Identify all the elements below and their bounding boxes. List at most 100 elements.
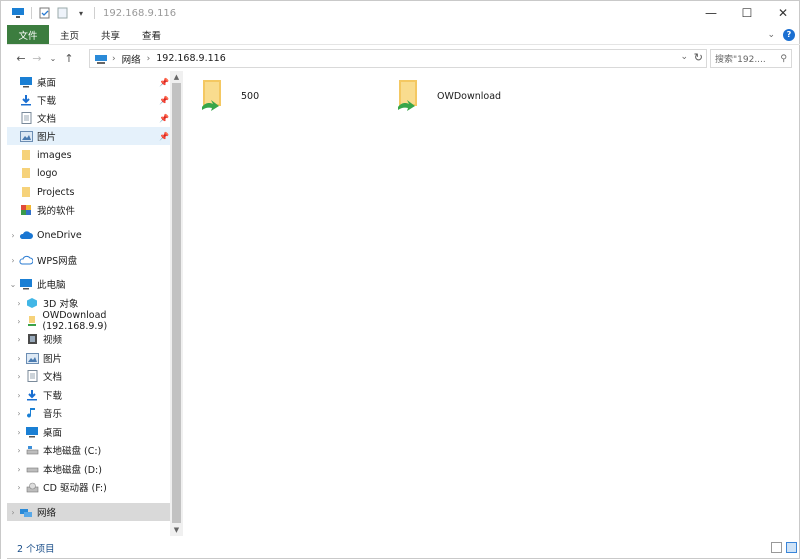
breadcrumb-host[interactable]: 192.168.9.116	[156, 53, 226, 64]
scroll-up-icon[interactable]: ▲	[170, 71, 183, 83]
expand-chevron-icon[interactable]: ›	[7, 231, 19, 240]
nav-item-label: 桌面	[37, 78, 57, 89]
new-folder-icon[interactable]	[56, 7, 70, 19]
expand-chevron-icon[interactable]: ›	[13, 483, 25, 492]
folder-icon	[19, 186, 33, 199]
video-icon	[25, 333, 39, 346]
nav-item-logo[interactable]: logo	[7, 164, 171, 182]
nav-item-owdownload-drive[interactable]: › OWDownload (192.168.9.9)	[7, 310, 171, 332]
nav-item-label: OneDrive	[37, 229, 82, 241]
nav-item-images[interactable]: images	[7, 146, 171, 164]
pin-icon[interactable]: 📌	[159, 114, 169, 123]
recent-locations-dropdown-icon[interactable]: ⌄	[45, 49, 61, 69]
nav-item-label: 文档	[37, 114, 57, 125]
expand-chevron-icon[interactable]: ›	[13, 317, 25, 326]
nav-item-local-disk-c[interactable]: › 本地磁盘 (C:)	[7, 441, 171, 459]
tab-file[interactable]: 文件	[7, 25, 49, 44]
music-icon	[25, 407, 39, 420]
network-drive-icon	[25, 315, 39, 328]
expand-ribbon-chevron-icon[interactable]: ⌄	[767, 30, 775, 40]
cube-icon	[25, 297, 39, 310]
pin-icon[interactable]: 📌	[159, 96, 169, 105]
nav-item-label: 桌面	[43, 428, 63, 439]
expand-chevron-icon[interactable]: ›	[7, 508, 19, 517]
tab-home[interactable]: 主页	[49, 25, 90, 44]
scrollbar-thumb[interactable]	[172, 83, 181, 523]
picture-icon	[25, 352, 39, 365]
nav-item-wps-drive[interactable]: › WPS网盘	[7, 251, 171, 269]
up-button[interactable]: ↑	[61, 49, 77, 69]
nav-item-label: 网络	[37, 508, 57, 519]
nav-item-documents-pc[interactable]: › 文档	[7, 367, 171, 385]
tab-share[interactable]: 共享	[90, 25, 131, 44]
expand-chevron-icon[interactable]: ›	[13, 446, 25, 455]
nav-item-network[interactable]: › 网络	[7, 503, 171, 521]
nav-item-cd-drive[interactable]: › CD 驱动器 (F:)	[7, 478, 171, 496]
breadcrumb-separator-icon[interactable]: ›	[147, 54, 151, 64]
cloud-icon	[19, 229, 33, 242]
address-history-dropdown-icon[interactable]: ⌄	[680, 52, 688, 62]
address-bar[interactable]: › 网络 › 192.168.9.116 ⌄ ↻	[89, 49, 707, 68]
nav-item-this-pc[interactable]: ⌄ 此电脑	[7, 275, 171, 293]
nav-item-local-disk-d[interactable]: › 本地磁盘 (D:)	[7, 460, 171, 478]
expand-chevron-icon[interactable]: ›	[13, 428, 25, 437]
expand-chevron-icon[interactable]: ›	[7, 256, 19, 265]
nav-item-projects[interactable]: Projects	[7, 183, 171, 201]
pin-icon[interactable]: 📌	[159, 132, 169, 141]
shared-folder-icon	[199, 77, 227, 116]
toolbar-divider	[94, 7, 95, 19]
scroll-down-icon[interactable]: ▼	[170, 524, 183, 536]
desktop-icon	[19, 76, 33, 89]
status-bar: 2 个项目	[7, 538, 800, 558]
item-count: 2 个项目	[17, 544, 55, 555]
pin-icon[interactable]: 📌	[159, 78, 169, 87]
expand-chevron-icon[interactable]: ›	[13, 354, 25, 363]
expand-chevron-icon[interactable]: ›	[13, 465, 25, 474]
nav-item-label: 下载	[37, 96, 57, 107]
nav-item-videos[interactable]: › 视频	[7, 330, 171, 348]
search-box[interactable]: 搜索"192.... ⚲	[710, 49, 792, 68]
expand-chevron-icon[interactable]: ›	[13, 299, 25, 308]
folder-500[interactable]: 500	[199, 77, 259, 116]
refresh-icon[interactable]: ↻	[694, 51, 703, 64]
expand-chevron-icon[interactable]: ›	[13, 391, 25, 400]
expand-chevron-icon[interactable]: ›	[13, 372, 25, 381]
nav-item-downloads-pc[interactable]: › 下载	[7, 386, 171, 404]
toolbar-divider	[31, 7, 32, 19]
computer-icon[interactable]	[11, 7, 25, 19]
back-button[interactable]: ←	[13, 49, 29, 69]
collapse-chevron-icon[interactable]: ⌄	[7, 280, 19, 289]
nav-item-onedrive[interactable]: › OneDrive	[7, 226, 171, 244]
search-placeholder: 搜索"192....	[715, 55, 766, 65]
tab-view[interactable]: 查看	[131, 25, 172, 44]
nav-item-label: Projects	[37, 186, 75, 198]
nav-item-pictures[interactable]: 图片 📌	[7, 127, 171, 145]
nav-item-label: 下载	[43, 391, 63, 402]
nav-item-pictures-pc[interactable]: › 图片	[7, 349, 171, 367]
nav-item-label: 图片	[37, 132, 57, 143]
close-button[interactable]: ✕	[765, 1, 800, 25]
folder-owdownload[interactable]: OWDownload	[395, 77, 501, 116]
nav-item-my-software[interactable]: 我的软件	[7, 201, 171, 219]
nav-item-desktop-pc[interactable]: › 桌面	[7, 423, 171, 441]
properties-icon[interactable]	[38, 7, 52, 19]
minimize-button[interactable]: —	[693, 1, 729, 25]
breadcrumb-separator-icon[interactable]: ›	[112, 54, 116, 64]
nav-item-desktop[interactable]: 桌面 📌	[7, 73, 171, 91]
help-icon[interactable]: ?	[783, 28, 795, 41]
maximize-button[interactable]: ☐	[729, 1, 765, 25]
details-view-icon[interactable]	[771, 542, 782, 553]
nav-item-music[interactable]: › 音乐	[7, 404, 171, 422]
nav-item-download[interactable]: 下载 📌	[7, 91, 171, 109]
forward-button[interactable]: →	[29, 49, 45, 69]
navigation-pane: 桌面 📌 下载 📌 文档 📌 图片 📌 images logo Projects…	[7, 71, 183, 536]
expand-chevron-icon[interactable]: ›	[13, 335, 25, 344]
nav-item-documents[interactable]: 文档 📌	[7, 109, 171, 127]
navigation-bar: ← → ⌄ ↑ › 网络 › 192.168.9.116 ⌄ ↻ 搜索"192.…	[7, 47, 800, 70]
expand-chevron-icon[interactable]: ›	[13, 409, 25, 418]
large-icons-view-icon[interactable]	[786, 542, 797, 553]
breadcrumb-network[interactable]: 网络	[122, 52, 141, 66]
nav-item-label: 本地磁盘 (C:)	[43, 446, 102, 457]
customize-toolbar-dropdown-icon[interactable]: ▾	[74, 7, 88, 19]
nav-pane-scrollbar[interactable]: ▲ ▼	[170, 71, 183, 536]
